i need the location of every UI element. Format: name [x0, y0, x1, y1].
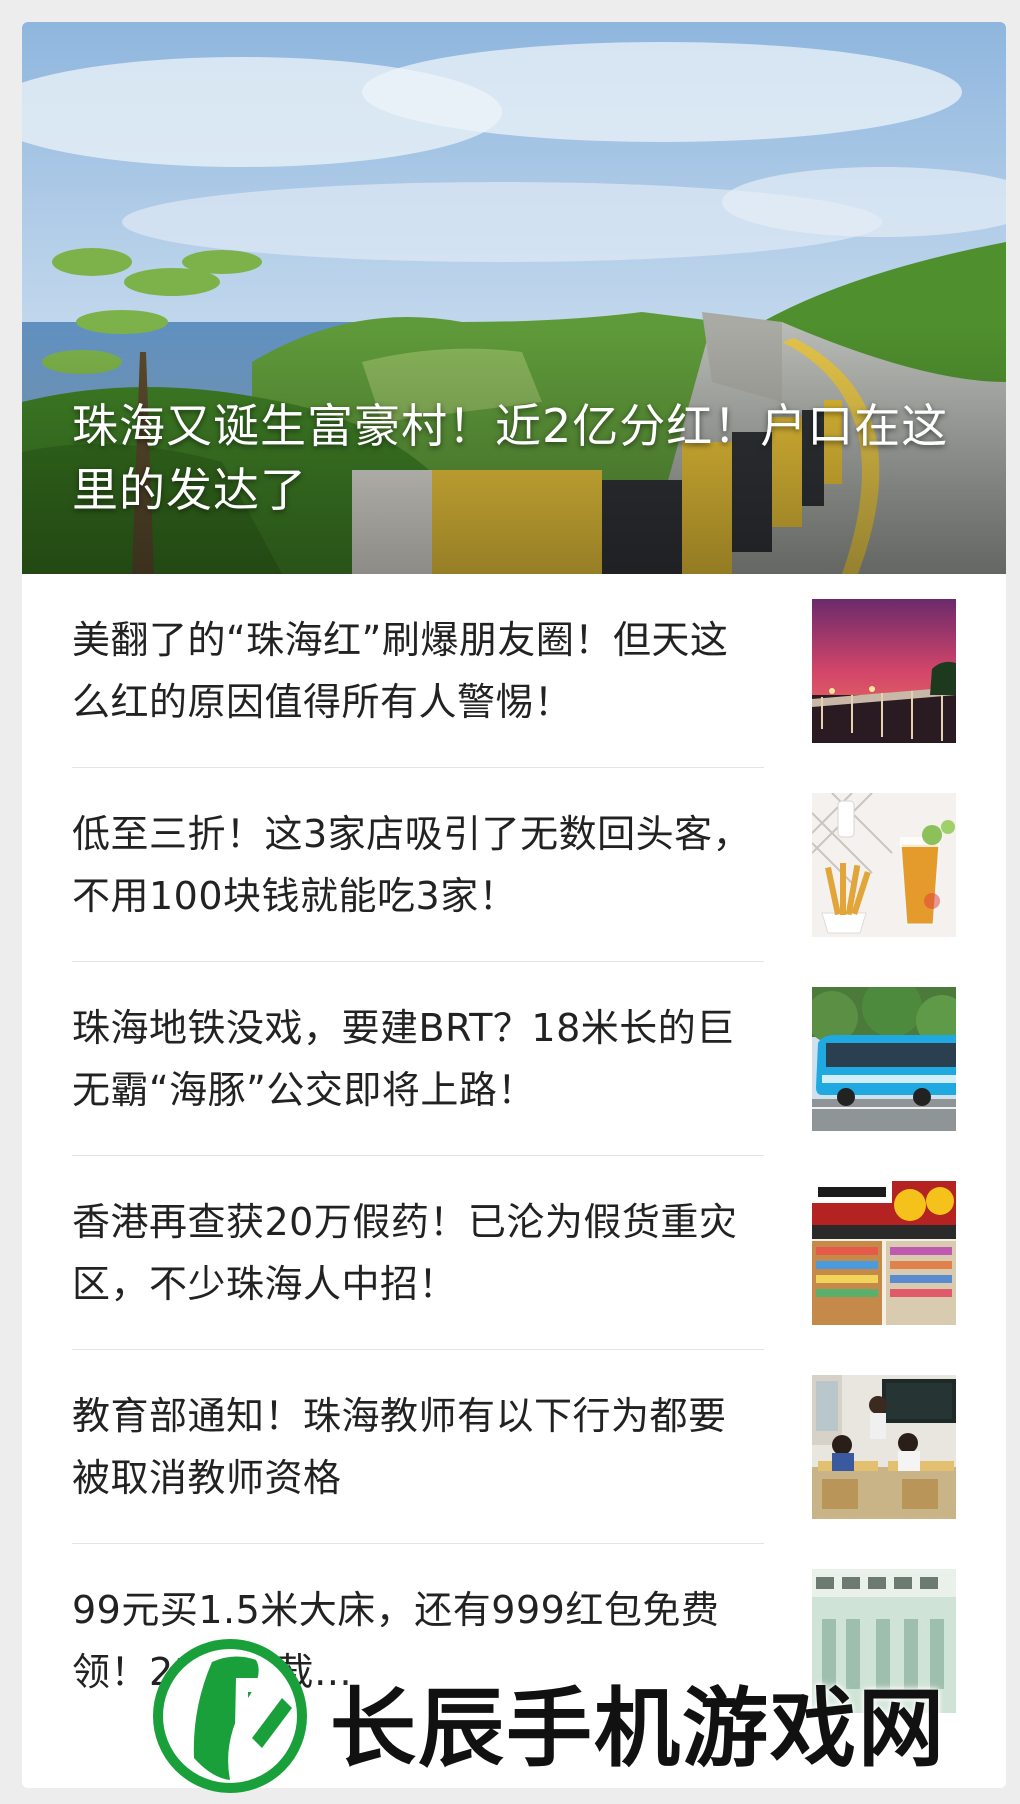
list-item[interactable]: 美翻了的“珠海红”刷爆朋友圈！但天这么红的原因值得所有人警惕！ [22, 574, 1006, 768]
list-item[interactable]: 教育部通知！珠海教师有以下行为都要被取消教师资格 [22, 1350, 1006, 1544]
list-item[interactable]: 珠海地铁没戏，要建BRT？18米长的巨无霸“海豚”公交即将上路！ [22, 962, 1006, 1156]
blue-bus-thumbnail [812, 987, 956, 1131]
article-title: 珠海地铁没戏，要建BRT？18米长的巨无霸“海豚”公交即将上路！ [72, 1006, 735, 1112]
article-title: 99元买1.5米大床，还有999红包免费领！21美食截… [72, 1588, 720, 1694]
article-title: 美翻了的“珠海红”刷爆朋友圈！但天这么红的原因值得所有人警惕！ [72, 618, 729, 724]
article-title: 低至三折！这3家店吸引了无数回头客，不用100块钱就能吃3家！ [72, 812, 752, 918]
hk-pharmacy-thumbnail [812, 1181, 956, 1325]
article-title: 香港再查获20万假药！已沦为假货重灾区，不少珠海人中招！ [72, 1200, 738, 1306]
hero-title: 珠海又诞生富豪村！近2亿分红！户口在这里的发达了 [72, 399, 949, 517]
list-item[interactable]: 香港再查获20万假药！已沦为假货重灾区，不少珠海人中招！ [22, 1156, 1006, 1350]
sunset-bridge-thumbnail [812, 599, 956, 743]
fries-and-drink-thumbnail [812, 793, 956, 937]
hero-article[interactable]: 珠海又诞生富豪村！近2亿分红！户口在这里的发达了 [22, 22, 1006, 574]
list-item[interactable]: 99元买1.5米大床，还有999红包免费领！21美食截… [22, 1544, 1006, 1738]
article-card: 珠海又诞生富豪村！近2亿分红！户口在这里的发达了 美翻了的“珠海红”刷爆朋友圈！… [22, 22, 1006, 1788]
classroom-thumbnail [812, 1375, 956, 1519]
list-item[interactable]: 低至三折！这3家店吸引了无数回头客，不用100块钱就能吃3家！ [22, 768, 1006, 962]
article-title: 教育部通知！珠海教师有以下行为都要被取消教师资格 [72, 1394, 727, 1500]
article-list: 美翻了的“珠海红”刷爆朋友圈！但天这么红的原因值得所有人警惕！ 低至三折！这3家… [22, 574, 1006, 1738]
calendar-sign-thumbnail [812, 1569, 956, 1713]
